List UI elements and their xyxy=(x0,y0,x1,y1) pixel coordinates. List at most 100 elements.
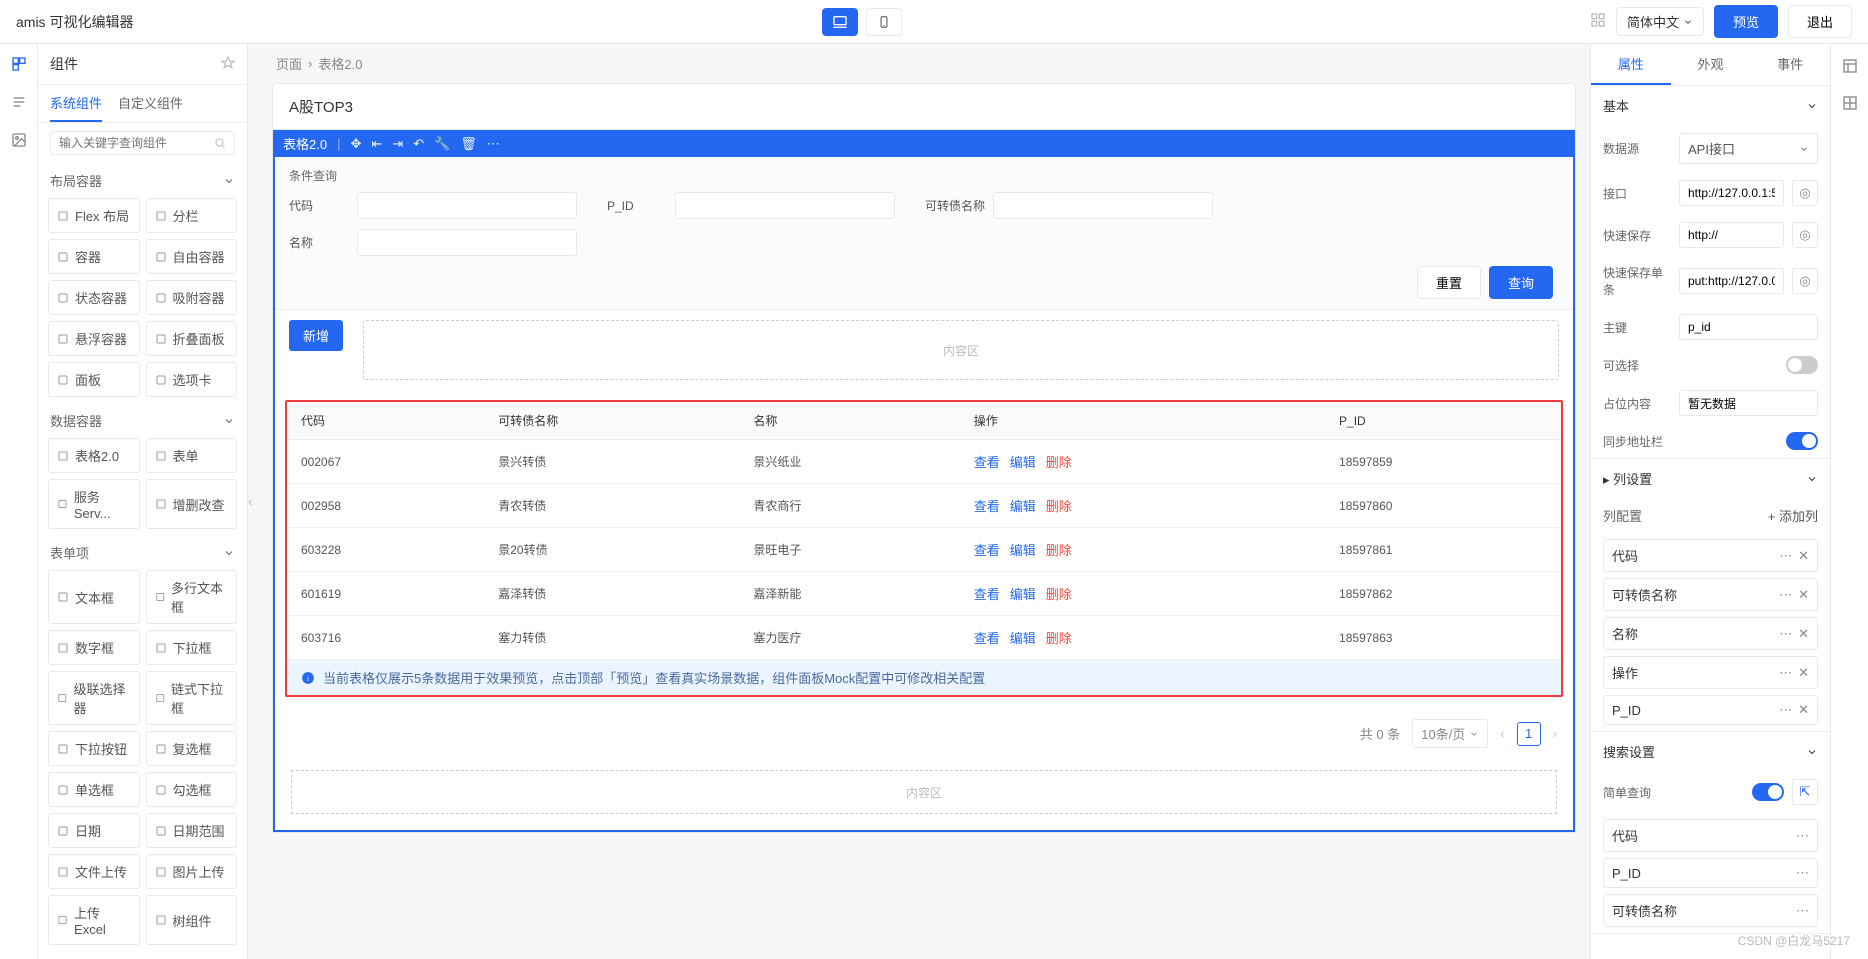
remove-icon[interactable]: ✕ xyxy=(1798,548,1809,564)
api-config-icon[interactable]: ◎ xyxy=(1792,180,1818,206)
add-column-button[interactable]: + 添加列 xyxy=(1768,506,1818,525)
pin-icon[interactable] xyxy=(221,56,235,73)
pager-prev[interactable]: ‹ xyxy=(1500,726,1504,741)
component-item[interactable]: 面板 xyxy=(48,362,140,397)
quicksave-item-input[interactable] xyxy=(1679,268,1784,294)
more-icon[interactable]: ⋯ xyxy=(1796,903,1809,919)
query-code-input[interactable] xyxy=(357,192,577,219)
tab-custom-components[interactable]: 自定义组件 xyxy=(118,85,183,122)
reset-button[interactable]: 重置 xyxy=(1417,266,1481,299)
outline-rail-icon[interactable] xyxy=(9,92,29,112)
image-rail-icon[interactable] xyxy=(9,130,29,150)
search-field-item[interactable]: 代码⋯ xyxy=(1603,819,1818,852)
remove-icon[interactable]: ✕ xyxy=(1798,702,1809,718)
column-config-item[interactable]: P_ID⋯✕ xyxy=(1603,695,1818,725)
tab-appearance[interactable]: 外观 xyxy=(1671,44,1751,85)
component-item[interactable]: 下拉按钮 xyxy=(48,731,140,766)
component-item[interactable]: 分栏 xyxy=(146,198,238,233)
delete-icon[interactable]: 🗑 xyxy=(460,136,477,152)
more-icon[interactable]: ⋯ xyxy=(1796,865,1809,881)
component-item[interactable]: 状态容器 xyxy=(48,280,140,315)
component-item[interactable]: 链式下拉框 xyxy=(146,671,238,725)
pager-page-1[interactable]: 1 xyxy=(1517,722,1541,746)
component-item[interactable]: 悬浮容器 xyxy=(48,321,140,356)
column-config-item[interactable]: 代码⋯✕ xyxy=(1603,539,1818,572)
row-edit[interactable]: 编辑 xyxy=(1010,499,1036,514)
section-basic[interactable]: 基本 xyxy=(1591,86,1830,125)
category-data[interactable]: 数据容器 xyxy=(38,403,247,438)
tab-system-components[interactable]: 系统组件 xyxy=(50,85,102,122)
breadcrumb-current[interactable]: 表格2.0 xyxy=(318,54,362,73)
column-config-item[interactable]: 操作⋯✕ xyxy=(1603,656,1818,689)
component-search-input[interactable] xyxy=(59,136,214,150)
pk-input[interactable] xyxy=(1679,314,1818,340)
component-item[interactable]: 自由容器 xyxy=(146,239,238,274)
search-field-item[interactable]: P_ID⋯ xyxy=(1603,858,1818,888)
row-delete[interactable]: 删除 xyxy=(1046,631,1072,646)
query-bond-input[interactable] xyxy=(993,192,1213,219)
grid-icon[interactable] xyxy=(1590,12,1606,31)
component-item[interactable]: 日期范围 xyxy=(146,813,238,848)
search-export-icon[interactable]: ⇱ xyxy=(1792,779,1818,805)
more-icon[interactable]: ⋯ xyxy=(1779,702,1792,718)
section-columns[interactable]: ▸ 列设置 xyxy=(1591,459,1830,498)
breadcrumb-root[interactable]: 页面 xyxy=(276,54,302,73)
quicksave-item-config-icon[interactable]: ◎ xyxy=(1792,268,1818,294)
exit-button[interactable]: 退出 xyxy=(1788,5,1852,38)
component-item[interactable]: 单选框 xyxy=(48,772,140,807)
row-view[interactable]: 查看 xyxy=(974,499,1000,514)
component-item[interactable]: 容器 xyxy=(48,239,140,274)
arrow-right-end-icon[interactable]: ⇥ xyxy=(392,136,403,152)
component-item[interactable]: 增删改查 xyxy=(146,479,238,529)
component-item[interactable]: 吸附容器 xyxy=(146,280,238,315)
more-icon[interactable]: ⋯ xyxy=(1779,665,1792,681)
pager-next[interactable]: › xyxy=(1553,726,1557,741)
component-item[interactable]: 表格2.0 xyxy=(48,438,140,473)
component-item[interactable]: 树组件 xyxy=(146,895,238,945)
search-field-item[interactable]: 可转债名称⋯ xyxy=(1603,894,1818,927)
more-icon[interactable]: ⋯ xyxy=(1796,828,1809,844)
language-select[interactable]: 简体中文 xyxy=(1616,7,1704,36)
row-delete[interactable]: 删除 xyxy=(1046,455,1072,470)
simple-search-toggle[interactable] xyxy=(1752,783,1784,801)
component-item[interactable]: 复选框 xyxy=(146,731,238,766)
component-item[interactable]: 折叠面板 xyxy=(146,321,238,356)
component-search[interactable] xyxy=(50,131,235,155)
row-edit[interactable]: 编辑 xyxy=(1010,631,1036,646)
quicksave-config-icon[interactable]: ◎ xyxy=(1792,222,1818,248)
selectable-toggle[interactable] xyxy=(1786,356,1818,374)
component-item[interactable]: 多行文本框 xyxy=(146,570,238,624)
more-icon[interactable]: ⋯ xyxy=(487,136,500,152)
search-button[interactable]: 查询 xyxy=(1489,266,1553,299)
api-input[interactable] xyxy=(1679,180,1784,206)
component-item[interactable]: 勾选框 xyxy=(146,772,238,807)
datasource-select[interactable]: API接口 xyxy=(1679,133,1818,164)
row-view[interactable]: 查看 xyxy=(974,587,1000,602)
component-item[interactable]: 上传 Excel xyxy=(48,895,140,945)
preview-button[interactable]: 预览 xyxy=(1714,5,1778,38)
add-button[interactable]: 新增 xyxy=(289,320,343,351)
layout-rail-icon[interactable] xyxy=(1842,58,1858,77)
row-view[interactable]: 查看 xyxy=(974,455,1000,470)
component-item[interactable]: 文本框 xyxy=(48,570,140,624)
placeholder-input[interactable] xyxy=(1679,390,1818,416)
mobile-device-button[interactable] xyxy=(866,8,902,36)
component-item[interactable]: 服务Serv... xyxy=(48,479,140,529)
query-name-input[interactable] xyxy=(357,229,577,256)
row-delete[interactable]: 删除 xyxy=(1046,499,1072,514)
category-layout[interactable]: 布局容器 xyxy=(38,163,247,198)
collapse-left-handle[interactable]: ‹ xyxy=(248,494,258,509)
row-view[interactable]: 查看 xyxy=(974,543,1000,558)
component-item[interactable]: 选项卡 xyxy=(146,362,238,397)
row-edit[interactable]: 编辑 xyxy=(1010,455,1036,470)
remove-icon[interactable]: ✕ xyxy=(1798,626,1809,642)
components-rail-icon[interactable] xyxy=(9,54,29,74)
more-icon[interactable]: ⋯ xyxy=(1779,626,1792,642)
move-icon[interactable]: ✥ xyxy=(350,136,361,152)
tab-attributes[interactable]: 属性 xyxy=(1591,44,1671,85)
more-icon[interactable]: ⋯ xyxy=(1779,587,1792,603)
component-item[interactable]: 下拉框 xyxy=(146,630,238,665)
row-edit[interactable]: 编辑 xyxy=(1010,543,1036,558)
component-item[interactable]: Flex 布局 xyxy=(48,198,140,233)
drop-zone-header[interactable]: 内容区 xyxy=(363,320,1559,380)
